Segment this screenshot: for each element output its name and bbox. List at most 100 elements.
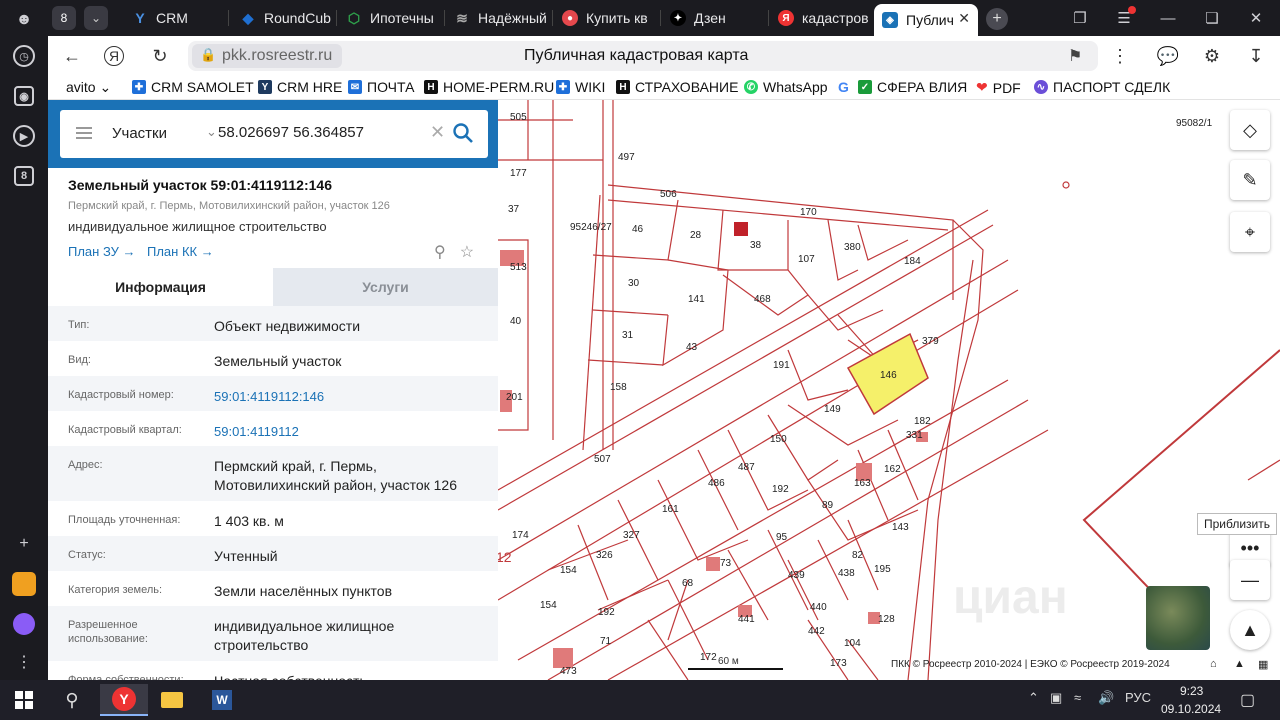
more-icon[interactable]: ⋮	[10, 648, 38, 676]
wifi-icon[interactable]: ≈	[1074, 690, 1081, 705]
bookmark-label: PDF	[992, 79, 1021, 96]
parcel-number-label: 38	[750, 240, 762, 251]
screenshot-icon[interactable]: ◉	[10, 82, 38, 110]
volume-icon[interactable]: 🔊	[1098, 690, 1114, 706]
minimize-icon[interactable]: —	[1156, 6, 1180, 30]
notifications-icon[interactable]: ▢	[1240, 690, 1255, 710]
yandex-logo-icon[interactable]: Я	[104, 46, 124, 66]
menu-icon[interactable]	[76, 127, 92, 139]
clear-icon[interactable]: ✕	[430, 122, 445, 143]
reload-icon[interactable]: ↻	[148, 44, 172, 68]
extensions-icon[interactable]: ⚙	[1200, 44, 1224, 68]
plan-zu-link[interactable]: План ЗУ →	[68, 244, 136, 259]
chevron-up-icon[interactable]: ⌃	[1028, 690, 1039, 706]
alice-icon[interactable]	[10, 610, 38, 638]
download-icon[interactable]: ↧	[1244, 44, 1268, 68]
h-icon: H	[424, 80, 438, 94]
tab-mortgage[interactable]: ⬡ Ипотечны	[338, 4, 442, 32]
bookmark-home-perm[interactable]: H HOME-PERM.RU	[424, 79, 554, 95]
badge-icon[interactable]: 8	[10, 162, 38, 190]
share-icon[interactable]: ▲	[1234, 658, 1245, 670]
layers-button[interactable]: ◇	[1230, 110, 1270, 150]
bookmark-google[interactable]: G	[838, 79, 849, 95]
lock-icon[interactable]: 🔒	[200, 47, 216, 63]
yandex-browser-taskbar-icon[interactable]: Y	[100, 684, 148, 716]
bookmark-wiki[interactable]: ✚ WIKI	[556, 79, 605, 95]
windows-start-icon[interactable]	[4, 684, 44, 716]
parcel-number-label: 141	[688, 294, 705, 305]
parcel-number-label: 192	[772, 484, 789, 495]
bookmark-crm-samolet[interactable]: ✚ CRM SAMOLET	[132, 79, 254, 95]
collections-icon[interactable]: ❐	[1068, 6, 1092, 30]
search-input[interactable]: 58.026697 56.364857	[218, 124, 418, 141]
bookmark-mail[interactable]: ✉ ПОЧТА	[348, 79, 414, 95]
restore-icon[interactable]: ❏	[1200, 6, 1224, 30]
profile-icon[interactable]: ☻	[10, 6, 38, 34]
bookmark-icon[interactable]: ⚑	[1068, 46, 1082, 66]
measure-button[interactable]: ✎	[1230, 160, 1270, 200]
tab-reliable[interactable]: ≋ Надёжный	[446, 4, 550, 32]
tab-group-button[interactable]: 8	[52, 6, 76, 30]
chevron-down-icon[interactable]: ⌄	[206, 124, 217, 140]
bookmark-passport[interactable]: ∿ ПАСПОРТ СДЕЛК	[1034, 79, 1170, 95]
tab-information[interactable]: Информация	[48, 268, 273, 306]
compass-button[interactable]: ▲	[1230, 610, 1270, 650]
bookmark-avito[interactable]: avito ⌄	[66, 79, 111, 96]
back-icon[interactable]: ←	[60, 44, 84, 68]
bookmark-sfera[interactable]: ✓ СФЕРА ВЛИЯ	[858, 79, 967, 95]
file-explorer-icon[interactable]	[152, 684, 192, 716]
url-text: pkk.rosreestr.ru	[222, 47, 333, 64]
network-icon[interactable]: ▣	[1050, 690, 1062, 706]
tab-label: Купить кв	[586, 10, 648, 26]
zoom-to-object-icon[interactable]: ⚲	[434, 242, 446, 262]
tab-dzen[interactable]: ✦ Дзен	[662, 4, 766, 32]
more-options-icon[interactable]: ⋮	[1108, 44, 1132, 68]
cadastral-quarter-link[interactable]: 59:01:4119112	[214, 411, 498, 446]
search-box[interactable]: Участки ⌄ 58.026697 56.364857 ✕	[60, 110, 488, 158]
tab-roundcube[interactable]: ◆ RoundCub	[232, 4, 336, 32]
play-icon[interactable]: ▶	[10, 122, 38, 150]
search-type-select[interactable]: Участки	[112, 125, 167, 142]
tab-services[interactable]: Услуги	[273, 268, 498, 306]
menu-icon[interactable]: ☰	[1112, 6, 1136, 30]
bookmark-insurance[interactable]: H СТРАХОВАНИЕ	[616, 79, 738, 95]
star-icon[interactable]: ☆	[460, 242, 474, 262]
chevron-down-icon[interactable]: ⌄	[84, 6, 108, 30]
parcel-number-label: 107	[798, 254, 815, 265]
word-icon[interactable]: W	[202, 684, 242, 716]
chat-icon[interactable]: 💬	[1156, 44, 1180, 68]
clock-date[interactable]: 09.10.2024	[1161, 702, 1221, 716]
plan-kk-link[interactable]: План КК →	[147, 244, 214, 259]
new-tab-button[interactable]: +	[986, 8, 1008, 30]
bookmark-label: ПОЧТА	[367, 79, 415, 95]
satellite-minimap[interactable]	[1146, 586, 1210, 650]
mail-icon[interactable]	[10, 570, 38, 598]
home-icon[interactable]: ⌂	[1210, 658, 1217, 670]
parcel-number-label: 104	[844, 638, 861, 649]
tab-buy-apartment[interactable]: ● Купить кв	[554, 4, 658, 32]
tab-public-map[interactable]: ◈ Публич ✕	[874, 4, 978, 36]
bookmark-pdf[interactable]: ❤ PDF	[976, 79, 1021, 96]
parcel-number-label: 43	[686, 342, 698, 353]
history-icon[interactable]: ◷	[10, 42, 38, 70]
cadastral-number-link[interactable]: 59:01:4119112:146	[214, 376, 498, 411]
clock-time[interactable]: 9:23	[1180, 684, 1203, 698]
tab-crm[interactable]: Y CRM	[124, 4, 228, 32]
close-tab-icon[interactable]: ✕	[958, 10, 970, 27]
close-window-icon[interactable]: ✕	[1244, 6, 1268, 30]
tab-cadastre-search[interactable]: Якадастров	[770, 4, 870, 32]
search-icon[interactable]: ⚲	[52, 684, 92, 716]
language-indicator[interactable]: РУС	[1125, 690, 1151, 705]
bookmark-crm-hre[interactable]: Y CRM HRE	[258, 79, 342, 95]
add-icon[interactable]: +	[10, 530, 38, 558]
mail-icon: ✉	[348, 80, 362, 94]
grid-icon[interactable]: ▦	[1258, 658, 1268, 671]
object-use: индивидуальное жилищное строительство	[68, 219, 327, 234]
search-icon[interactable]	[452, 122, 474, 144]
locate-button[interactable]: ⌖	[1230, 212, 1270, 252]
zoom-out-button[interactable]: —	[1230, 560, 1270, 600]
parcel-number-label: 201	[506, 392, 523, 403]
parcel-number-label: 442	[808, 626, 825, 637]
address-bar[interactable]: 🔒 pkk.rosreestr.ru Публичная кадастровая…	[188, 41, 1098, 71]
bookmark-whatsapp[interactable]: ✆ WhatsApp	[744, 79, 828, 95]
